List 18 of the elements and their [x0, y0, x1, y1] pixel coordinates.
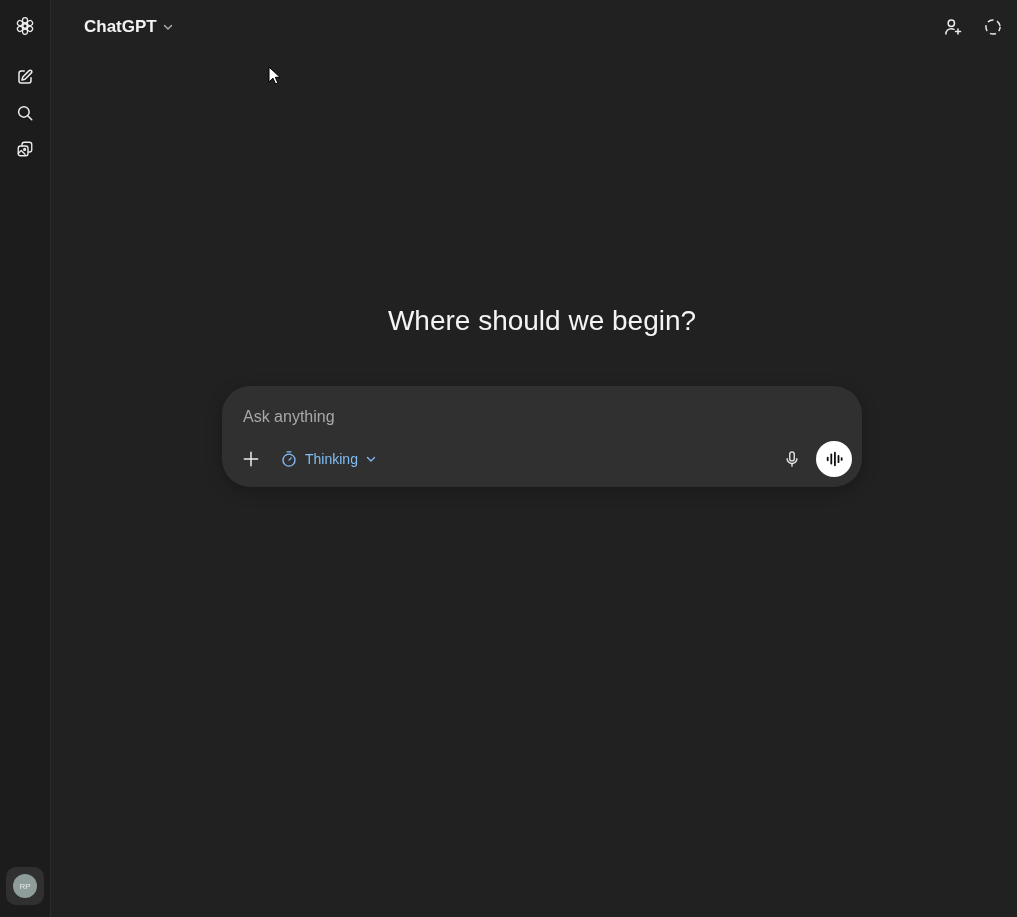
voice-mode-button[interactable] — [816, 441, 852, 477]
avatar: RP — [13, 874, 37, 898]
model-selector[interactable]: ChatGPT — [76, 11, 182, 43]
pencil-square-icon — [16, 68, 34, 86]
flower-logo-icon — [15, 16, 35, 36]
plus-icon — [241, 449, 261, 469]
greeting-heading: Where should we begin? — [387, 304, 697, 338]
stopwatch-icon — [280, 450, 298, 468]
microphone-icon — [783, 450, 801, 468]
add-person-icon — [943, 17, 963, 37]
mouse-pointer-icon — [268, 66, 280, 85]
waveform-icon — [825, 450, 843, 468]
thinking-mode-button[interactable]: Thinking — [272, 442, 385, 476]
dashed-circle-icon — [983, 17, 1003, 37]
images-icon — [16, 140, 34, 158]
message-input[interactable]: Ask anything — [234, 400, 852, 434]
search-icon — [16, 104, 34, 122]
message-composer[interactable]: Ask anything Thinking — [222, 386, 862, 487]
